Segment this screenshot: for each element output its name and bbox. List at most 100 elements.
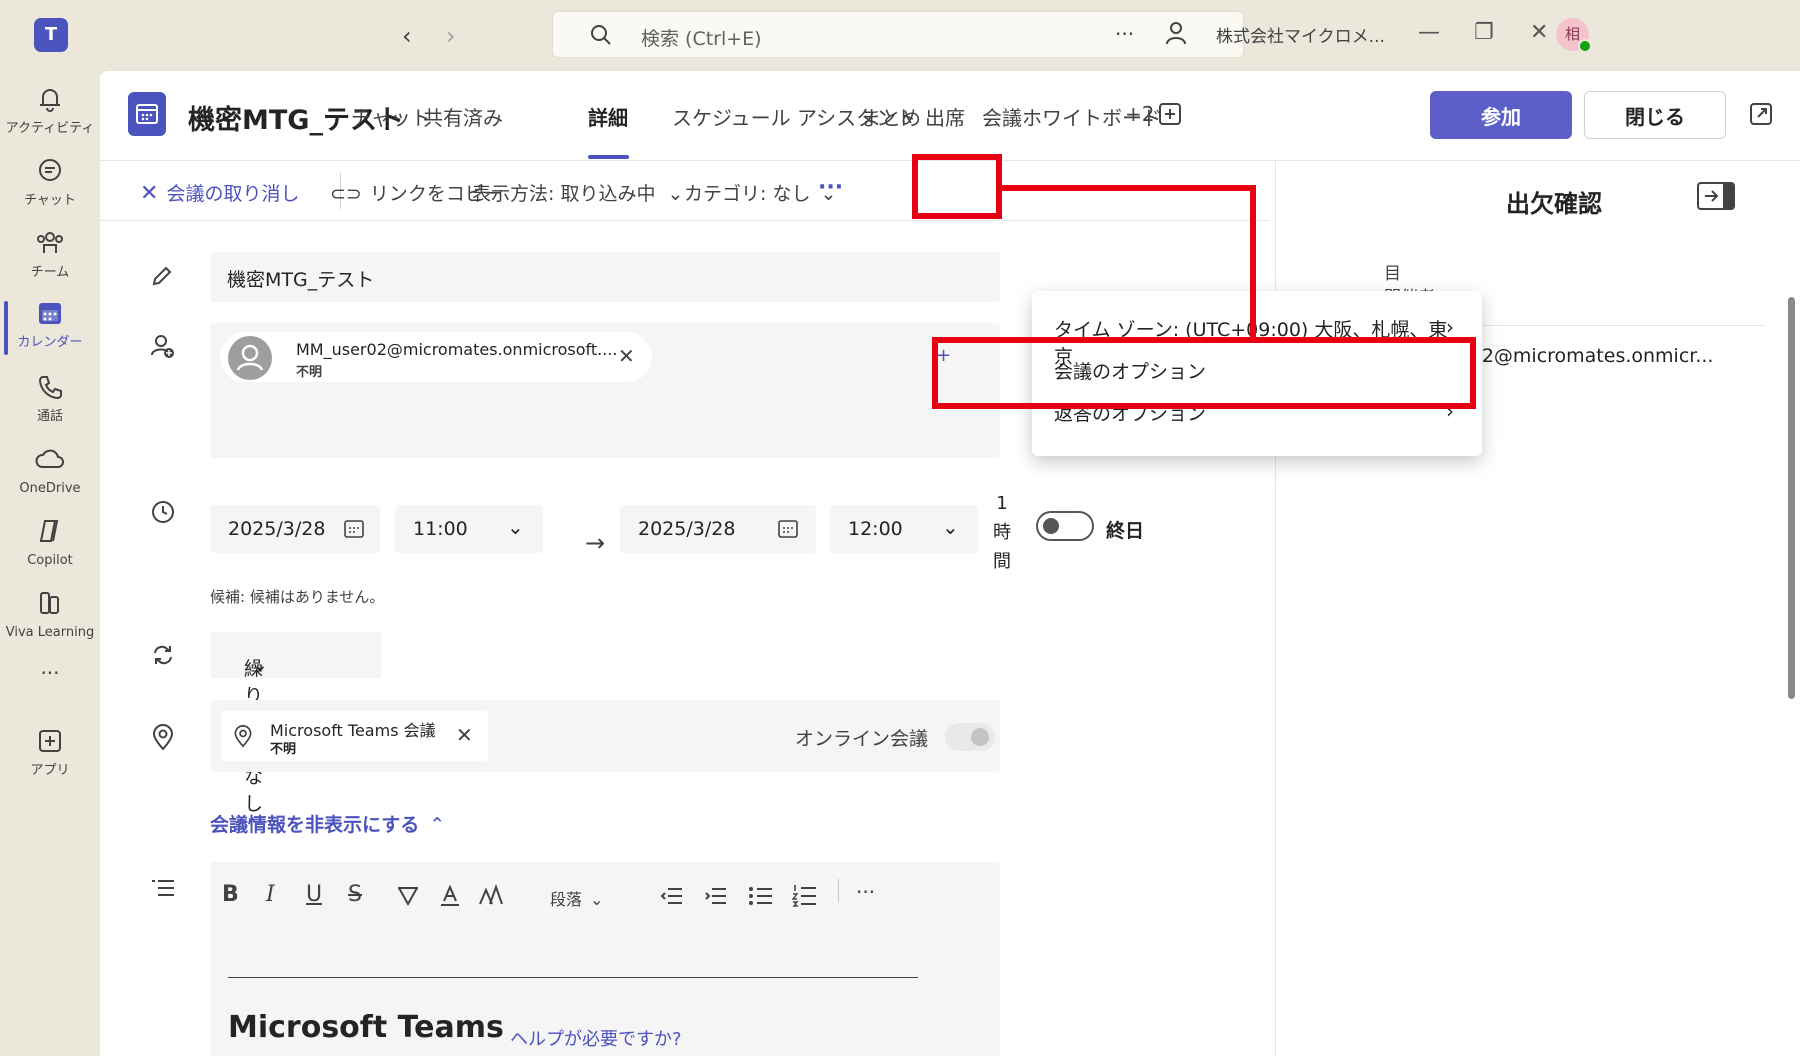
user-avatar[interactable]: 相 <box>1556 18 1592 53</box>
highlight-icon[interactable] <box>396 884 420 908</box>
add-tab-icon[interactable] <box>1159 103 1181 125</box>
close-icon: ✕ <box>140 181 159 206</box>
rail-label: Viva Learning <box>5 625 95 640</box>
rail-item-apps[interactable]: アプリ <box>0 727 100 778</box>
book-icon <box>40 592 59 614</box>
bell-icon <box>40 89 60 112</box>
repeat-icon <box>154 645 172 665</box>
org-name[interactable]: 株式会社マイクロメ... <box>1216 22 1385 47</box>
location-icon <box>152 724 174 751</box>
forward-icon[interactable]: › <box>446 22 456 50</box>
end-date-field[interactable]: 2025/3/28 <box>620 505 816 553</box>
show-as-dropdown[interactable]: 表示方法: 取り込み中 ⌄ <box>472 179 683 206</box>
bold-button[interactable]: B <box>222 882 239 907</box>
close-button[interactable]: 閉じる <box>1584 91 1726 139</box>
calendar-picker-icon <box>778 520 798 538</box>
tab-attendance[interactable]: 出席 <box>925 102 965 131</box>
pop-out-icon[interactable] <box>1750 103 1772 125</box>
italic-button[interactable]: I <box>266 882 275 907</box>
repeat-dropdown[interactable]: 繰り返しなし⌄ <box>210 632 382 815</box>
plus-icon <box>39 730 61 752</box>
all-day-toggle[interactable] <box>1036 511 1094 541</box>
category-dropdown[interactable]: カテゴリ: なし ⌄ <box>684 179 836 206</box>
organizer-label-partial: 目 <box>1384 264 1401 284</box>
numbered-list-icon[interactable] <box>792 884 818 908</box>
teams-logo-icon: T <box>34 18 68 52</box>
search-placeholder: 検索 (Ctrl+E) <box>641 28 762 50</box>
tab-chat[interactable]: チャット <box>351 102 431 131</box>
online-meeting-toggle[interactable] <box>945 723 995 751</box>
tab-details[interactable]: 詳細 <box>588 102 628 131</box>
tab-shared[interactable]: 共有済み <box>423 102 503 131</box>
chat-icon <box>39 159 61 181</box>
all-day-label: 終日 <box>1106 520 1145 542</box>
rail-item-teams[interactable]: チーム <box>0 229 100 280</box>
title-field[interactable]: 機密MTG_テスト <box>210 252 1000 302</box>
tab-overflow[interactable]: +2 <box>1125 102 1154 126</box>
start-date-value: 2025/3/28 <box>228 518 326 540</box>
rail-more-icon[interactable]: ··· <box>0 661 100 685</box>
tab-recap[interactable]: まとめ <box>861 102 921 131</box>
close-window-icon[interactable]: ✕ <box>1530 20 1548 45</box>
start-time-value: 11:00 <box>413 518 468 540</box>
location-field[interactable]: Microsoft Teams 会議 不明 ✕ オンライン会議 <box>210 700 1000 772</box>
link-icon: ⊂⊃ <box>330 183 362 205</box>
attendees-field[interactable]: MM_user02@micromates.onmicrosoft.... 不明 … <box>210 323 1000 458</box>
rail-item-calendar[interactable]: カレンダー <box>0 299 100 355</box>
rail-item-activity[interactable]: アクティビティ <box>0 85 100 136</box>
bullet-list-icon[interactable] <box>748 886 774 906</box>
strikethrough-button[interactable]: S <box>348 882 362 907</box>
help-link[interactable]: ヘルプが必要ですか? <box>510 1025 682 1051</box>
minimize-icon[interactable]: — <box>1418 20 1440 45</box>
avatar <box>228 336 272 380</box>
underline-button[interactable]: U <box>306 882 322 907</box>
start-time-dropdown[interactable]: 11:00 ⌄ <box>395 505 543 553</box>
edit-icon <box>152 266 172 286</box>
increase-indent-icon[interactable] <box>704 886 728 906</box>
restore-icon[interactable]: ❐ <box>1474 20 1494 45</box>
location-chip[interactable]: Microsoft Teams 会議 不明 ✕ <box>222 711 488 761</box>
cancel-meeting-button[interactable]: ✕ 会議の取り消し <box>140 179 299 206</box>
font-size-icon[interactable] <box>478 884 504 908</box>
end-time-dropdown[interactable]: 12:00 ⌄ <box>830 505 978 553</box>
rail-item-viva-learning[interactable]: Viva Learning <box>0 589 100 640</box>
rail-item-onedrive[interactable]: OneDrive <box>0 445 100 496</box>
toolbar-divider <box>838 879 839 903</box>
cloud-icon <box>35 449 64 468</box>
rail-item-chat[interactable]: チャット <box>0 157 100 208</box>
remove-location-icon[interactable]: ✕ <box>456 723 473 747</box>
rsvp-title: 出欠確認 <box>1506 190 1602 218</box>
chevron-down-icon: ⌄ <box>942 515 959 539</box>
description-editor[interactable]: B I U S 段落 ⌄ ··· Microsoft Teams ヘルプが必要です… <box>210 862 1000 1056</box>
more-format-icon[interactable]: ··· <box>856 880 875 904</box>
join-button[interactable]: 参加 <box>1430 91 1572 139</box>
search-icon <box>591 25 611 45</box>
paragraph-dropdown[interactable]: 段落 ⌄ <box>550 886 603 910</box>
presence-available-icon <box>1578 39 1592 53</box>
add-person-icon <box>151 335 174 358</box>
separator-line <box>228 977 918 978</box>
active-tab-indicator <box>588 155 629 159</box>
rail-item-calls[interactable]: 通話 <box>0 373 100 424</box>
rail-label: チーム <box>30 265 70 280</box>
font-color-icon[interactable] <box>438 884 462 908</box>
back-icon[interactable]: ‹ <box>402 22 412 50</box>
hide-details-link[interactable]: 会議情報を非表示にする ⌃ <box>210 810 445 837</box>
more-options-button[interactable]: ··· <box>818 175 843 200</box>
rail-label: 通話 <box>36 409 63 424</box>
start-date-field[interactable]: 2025/3/28 <box>210 505 380 553</box>
people-settings-icon[interactable] <box>1164 20 1190 48</box>
remove-attendee-icon[interactable]: ✕ <box>618 344 635 368</box>
highlight-box-more <box>912 154 1002 219</box>
search-input[interactable]: 検索 (Ctrl+E) <box>552 11 1244 58</box>
decrease-indent-icon[interactable] <box>660 886 684 906</box>
rail-label: アプリ <box>30 763 70 778</box>
collapse-pane-icon[interactable] <box>1697 182 1735 210</box>
scrollbar[interactable] <box>1788 297 1795 699</box>
more-options-icon[interactable]: ··· <box>1115 22 1134 46</box>
rail-item-copilot[interactable]: Copilot <box>0 517 100 568</box>
attendee-chip[interactable]: MM_user02@micromates.onmicrosoft.... 不明 … <box>220 332 652 382</box>
chevron-down-icon: ⌄ <box>590 890 604 909</box>
end-time-value: 12:00 <box>848 518 903 540</box>
connector-line <box>1002 185 1256 191</box>
